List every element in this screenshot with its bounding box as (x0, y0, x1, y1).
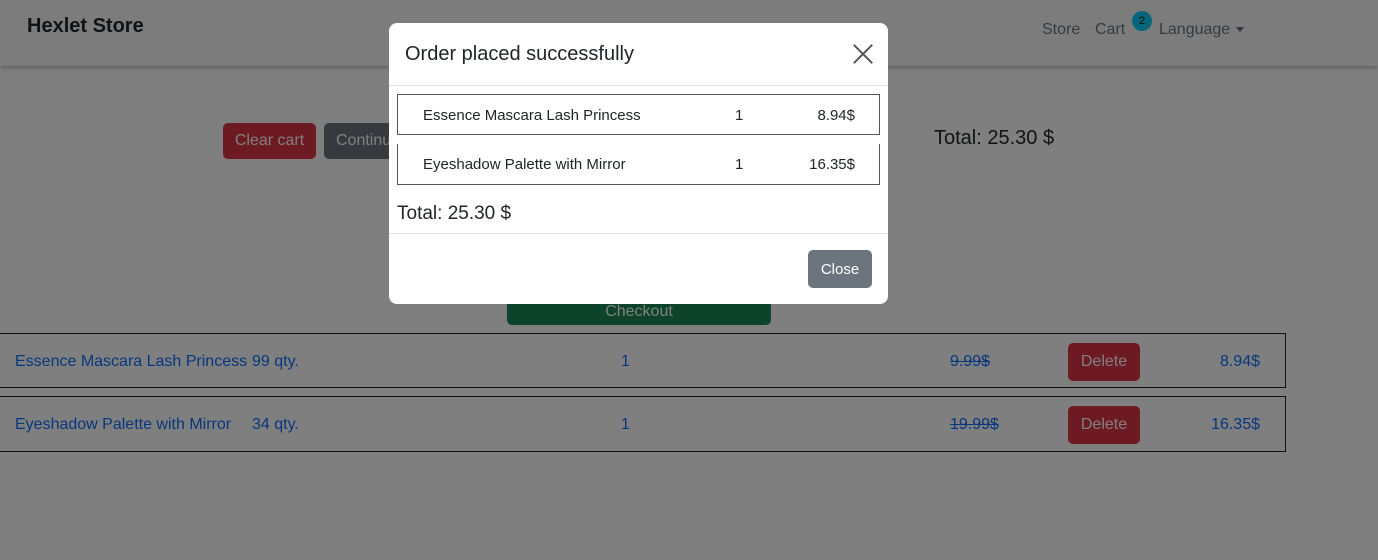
close-icon[interactable] (852, 43, 874, 65)
order-item-count: 1 (735, 107, 744, 124)
order-item-price: 16.35$ (809, 156, 855, 173)
modal-footer: Close (389, 233, 888, 304)
order-item-name: Eyeshadow Palette with Mirror (423, 156, 626, 173)
modal-header: Order placed successfully (389, 23, 888, 86)
order-item: Essence Mascara Lash Princess 1 8.94$ (397, 94, 880, 135)
order-item-count: 1 (735, 156, 744, 173)
order-item: Eyeshadow Palette with Mirror 1 16.35$ (397, 144, 880, 185)
modal-title: Order placed successfully (405, 43, 634, 65)
close-button[interactable]: Close (808, 250, 872, 288)
order-total: Total: 25.30 $ (397, 203, 512, 224)
order-item-price: 8.94$ (817, 107, 855, 124)
order-success-modal: Order placed successfully Essence Mascar… (389, 23, 888, 304)
order-item-name: Essence Mascara Lash Princess (423, 107, 641, 124)
